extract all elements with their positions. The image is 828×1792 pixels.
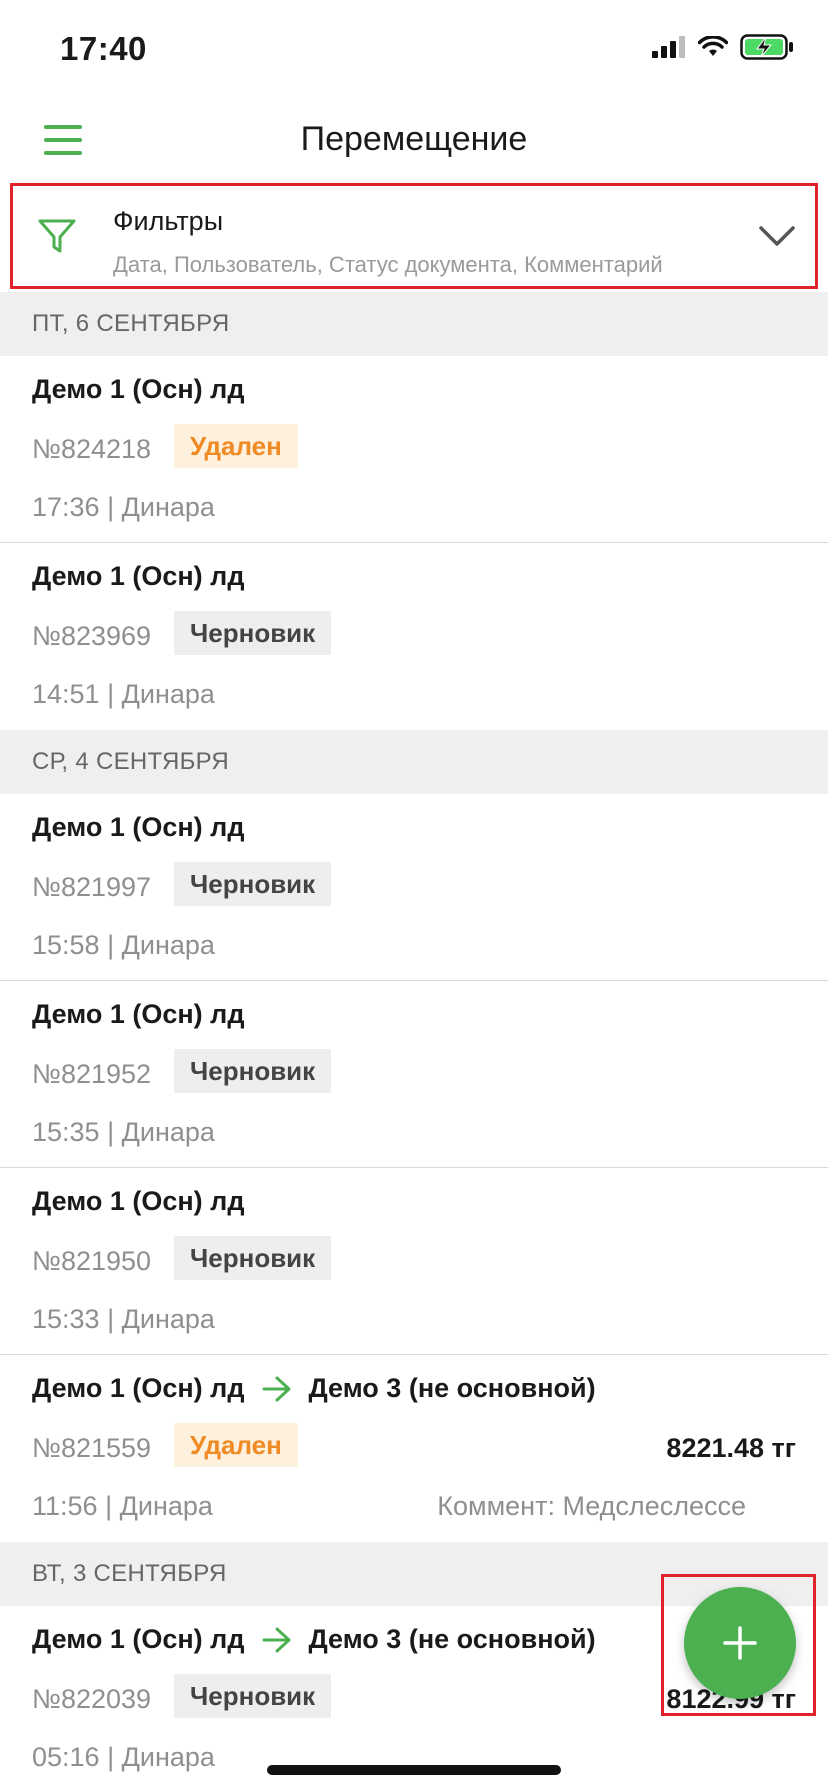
document-meta: 17:36 | Динара [32,492,215,522]
battery-charging-icon [740,34,793,60]
document-title: Демо 1 (Осн) лд [32,561,244,592]
document-amount: 8221.48 тг [666,1433,796,1463]
document-title: Демо 1 (Осн) лд [32,374,244,405]
document-number: №821559 [32,1433,152,1463]
status-bar: 17:40 [0,0,828,100]
document-list: ПТ, 6 СЕНТЯБРЯ Демо 1 (Осн) лд №824218 У… [0,292,828,1792]
document-row[interactable]: Демо 1 (Осн) лд №821997 Черновик 15:58 |… [0,794,828,981]
status-icons [652,34,794,60]
chevron-down-icon[interactable] [757,216,797,256]
section-date-header: ПТ, 6 СЕНТЯБРЯ [0,292,828,356]
cellular-signal-icon [652,36,685,58]
document-title: Демо 1 (Осн) лд Демо 3 (не основной) [32,1373,596,1404]
wifi-icon [698,36,728,56]
document-meta: 15:35 | Динара [32,1117,215,1147]
destination-warehouse: Демо 3 (не основной) [308,1624,596,1654]
source-warehouse: Демо 1 (Осн) лд [32,1373,245,1403]
nav-bar: Перемещение [0,100,828,180]
page-title: Перемещение [300,120,528,158]
filter-title: Фильтры [113,206,224,236]
status-badge: Черновик [174,611,332,655]
document-row[interactable]: Демо 1 (Осн) лд №821950 Черновик 15:33 |… [0,1168,828,1355]
document-number: №821952 [32,1059,152,1089]
document-title: Демо 1 (Осн) лд [32,812,244,843]
document-number: №823969 [32,621,152,651]
document-number: №822039 [32,1684,152,1714]
status-badge: Удален [174,1423,298,1467]
status-badge: Черновик [174,1236,332,1280]
document-number: №821997 [32,872,152,902]
source-warehouse: Демо 1 (Осн) лд [32,1624,245,1654]
document-title: Демо 1 (Осн) лд [32,999,244,1030]
filter-summary: Дата, Пользователь, Статус документа, Ко… [113,252,663,277]
status-time: 17:40 [60,30,147,67]
destination-warehouse: Демо 3 (не основной) [308,1373,596,1403]
status-badge: Удален [174,424,298,468]
document-row[interactable]: Демо 1 (Осн) лд Демо 3 (не основной) №82… [0,1355,828,1542]
screen: 17:40 Перемещение Фильтры Дата, Пользова… [0,0,828,1792]
document-meta: 15:58 | Динара [32,930,215,960]
document-number: №824218 [32,434,152,464]
document-meta: 14:51 | Динара [32,679,215,709]
status-badge: Черновик [174,1674,332,1718]
arrow-right-icon [262,1376,292,1402]
document-meta: 15:33 | Динара [32,1304,215,1334]
status-badge: Черновик [174,1049,332,1093]
document-row[interactable]: Демо 1 (Осн) лд №824218 Удален 17:36 | Д… [0,356,828,543]
source-warehouse: Демо 1 (Осн) лд [32,999,245,1029]
document-comment: Коммент: Медслеслессе [437,1491,746,1521]
document-row[interactable]: Демо 1 (Осн) лд №821952 Черновик 15:35 |… [0,981,828,1168]
filter-bar[interactable]: Фильтры Дата, Пользователь, Статус докум… [10,183,818,289]
document-title: Демо 1 (Осн) лд [32,1186,244,1217]
home-indicator[interactable] [267,1765,561,1775]
source-warehouse: Демо 1 (Осн) лд [32,1186,245,1216]
document-meta: 11:56 | Динара [32,1491,213,1521]
fab-highlight-frame [661,1574,816,1716]
filter-funnel-icon [38,219,76,253]
document-number: №821950 [32,1246,152,1276]
source-warehouse: Демо 1 (Осн) лд [32,561,245,591]
section-date-header: СР, 4 СЕНТЯБРЯ [0,730,828,794]
document-meta: 05:16 | Динара [32,1742,215,1772]
source-warehouse: Демо 1 (Осн) лд [32,812,245,842]
status-badge: Черновик [174,862,332,906]
document-row[interactable]: Демо 1 (Осн) лд №823969 Черновик 14:51 |… [0,543,828,730]
arrow-right-icon [262,1627,292,1653]
source-warehouse: Демо 1 (Осн) лд [32,374,245,404]
document-title: Демо 1 (Осн) лд Демо 3 (не основной) [32,1624,596,1655]
